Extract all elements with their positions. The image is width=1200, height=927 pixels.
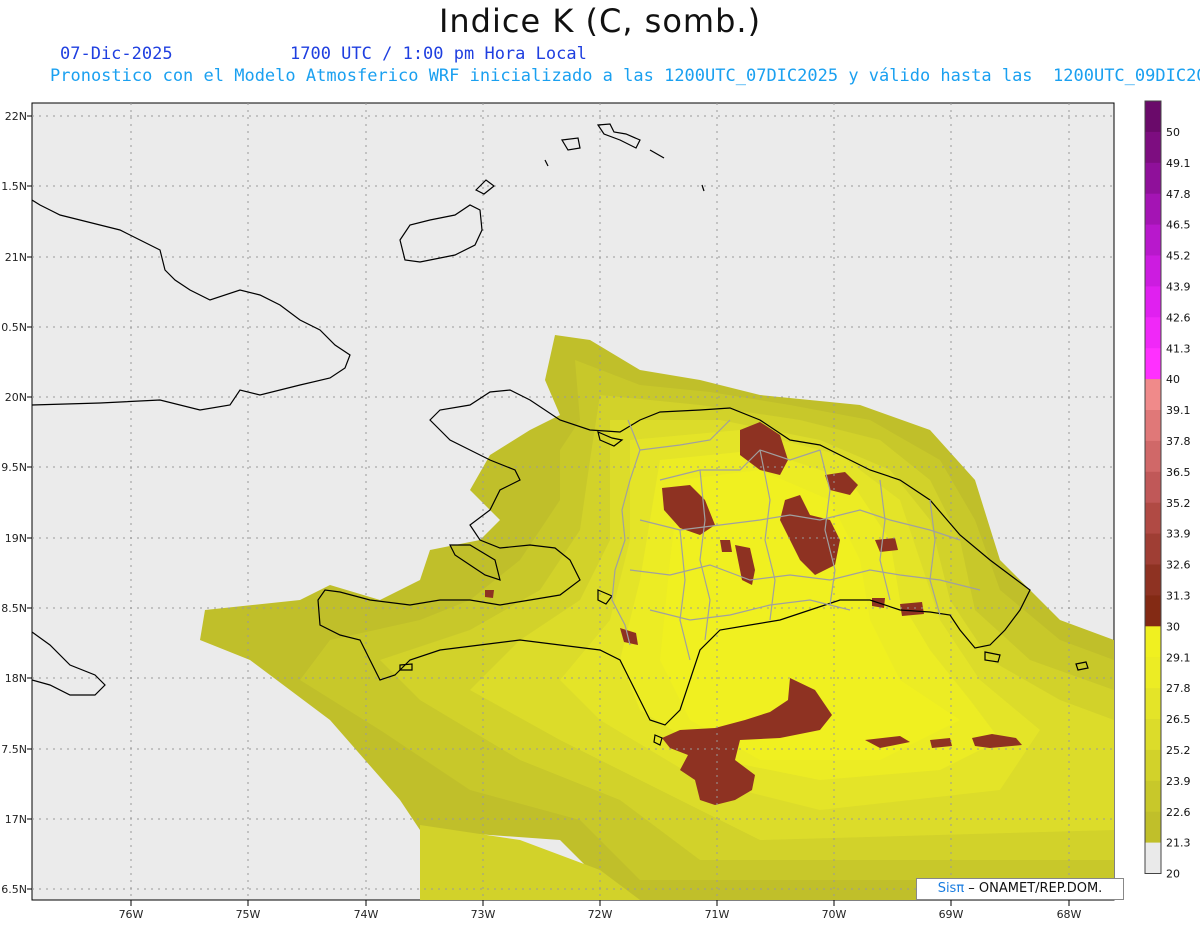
colorbar-label: 21.3: [1166, 837, 1191, 850]
colorbar-label: 42.6: [1166, 311, 1191, 324]
colorbar-label: 31.3: [1166, 590, 1191, 603]
lat-label: 17N: [5, 813, 27, 826]
colorbar-label: 39.1: [1166, 404, 1191, 417]
colorbar-label: 41.3: [1166, 342, 1191, 355]
lat-label: 9.5N: [1, 461, 27, 474]
lon-label: 71W: [705, 908, 730, 921]
colorbar-swatch: [1145, 255, 1161, 287]
lon-label: 69W: [939, 908, 964, 921]
lon-label: 75W: [236, 908, 261, 921]
colorbar-swatch: [1145, 348, 1161, 380]
colorbar-label: 37.8: [1166, 435, 1191, 448]
colorbar-label: 49.1: [1166, 157, 1191, 170]
colorbar-swatch: [1145, 657, 1161, 689]
lat-label: 6.5N: [1, 883, 27, 896]
colorbar-label: 36.5: [1166, 466, 1191, 479]
lat-label: 7.5N: [1, 743, 27, 756]
lon-label: 72W: [588, 908, 613, 921]
lon-label: 74W: [354, 908, 379, 921]
colorbar-swatch: [1145, 224, 1161, 256]
colorbar-label: 20: [1166, 868, 1180, 881]
colorbar-swatch: [1145, 749, 1161, 782]
colorbar-swatch: [1145, 440, 1161, 473]
colorbar-label: 29.1: [1166, 651, 1191, 664]
lat-label: 1.5N: [1, 180, 27, 193]
colorbar-label: 27.8: [1166, 682, 1191, 695]
colorbar-label: 47.8: [1166, 188, 1191, 201]
lat-label: 8.5N: [1, 602, 27, 615]
lat-label: 19N: [5, 532, 27, 545]
sispi-logo-text: Sisπ: [937, 881, 965, 896]
lat-label: 18N: [5, 672, 27, 685]
colorbar-swatch: [1145, 688, 1161, 720]
colorbar-label: 35.2: [1166, 497, 1191, 510]
colorbar-swatch: [1145, 842, 1161, 874]
colorbar-swatch: [1145, 502, 1161, 535]
lat-label: 0.5N: [1, 321, 27, 334]
colorbar-label: 45.2: [1166, 250, 1191, 263]
colorbar-label: 22.6: [1166, 806, 1191, 819]
colorbar: 50 49.1 47.8 46.5 45.2 43.9 42.6 41.3 40 39.1 37.8…: [1144, 100, 1191, 881]
colorbar-swatch: [1145, 533, 1161, 565]
map-figure: 76W 75W 74W 73W 72W 71W 70W 69W 68W 22N …: [1, 100, 1191, 921]
colorbar-swatch: [1145, 379, 1161, 411]
lat-label: 20N: [5, 391, 27, 404]
colorbar-label: 32.6: [1166, 559, 1191, 572]
colorbar-label: 43.9: [1166, 281, 1191, 294]
lon-label: 70W: [822, 908, 847, 921]
colorbar-label: 33.9: [1166, 528, 1191, 541]
lon-label: 73W: [471, 908, 496, 921]
longitude-labels: 76W 75W 74W 73W 72W 71W 70W 69W 68W: [119, 908, 1082, 921]
colorbar-swatch: [1145, 780, 1161, 813]
colorbar-label: 23.9: [1166, 775, 1191, 788]
lat-label: 21N: [5, 251, 27, 264]
colorbar-label: 26.5: [1166, 713, 1191, 726]
colorbar-swatch: [1145, 564, 1161, 596]
colorbar-label: 30: [1166, 620, 1180, 633]
colorbar-label: 25.2: [1166, 744, 1191, 757]
colorbar-swatch: [1145, 101, 1161, 133]
colorbar-swatch: [1145, 811, 1161, 844]
colorbar-label: 40: [1166, 373, 1180, 386]
colorbar-swatch: [1145, 286, 1161, 318]
credit-org: – ONAMET/REP.DOM.: [964, 881, 1103, 896]
latitude-labels: 22N 1.5N 21N 0.5N 20N 9.5N 19N 8.5N 18N …: [1, 110, 27, 896]
colorbar-swatch: [1145, 162, 1161, 195]
colorbar-swatch: [1145, 719, 1161, 751]
colorbar-swatch: [1145, 131, 1161, 164]
colorbar-swatch: [1145, 626, 1161, 658]
colorbar-swatch: [1145, 317, 1161, 349]
colorbar-swatch: [1145, 410, 1161, 442]
lon-label: 68W: [1057, 908, 1082, 921]
lon-label: 76W: [119, 908, 144, 921]
colorbar-swatch: [1145, 193, 1161, 226]
lat-label: 22N: [5, 110, 27, 123]
colorbar-label: 46.5: [1166, 219, 1191, 232]
credit-box: Sisπ – ONAMET/REP.DOM.: [916, 878, 1124, 900]
colorbar-swatch: [1145, 471, 1161, 504]
colorbar-swatch: [1145, 595, 1161, 627]
colorbar-label: 50: [1166, 126, 1180, 139]
